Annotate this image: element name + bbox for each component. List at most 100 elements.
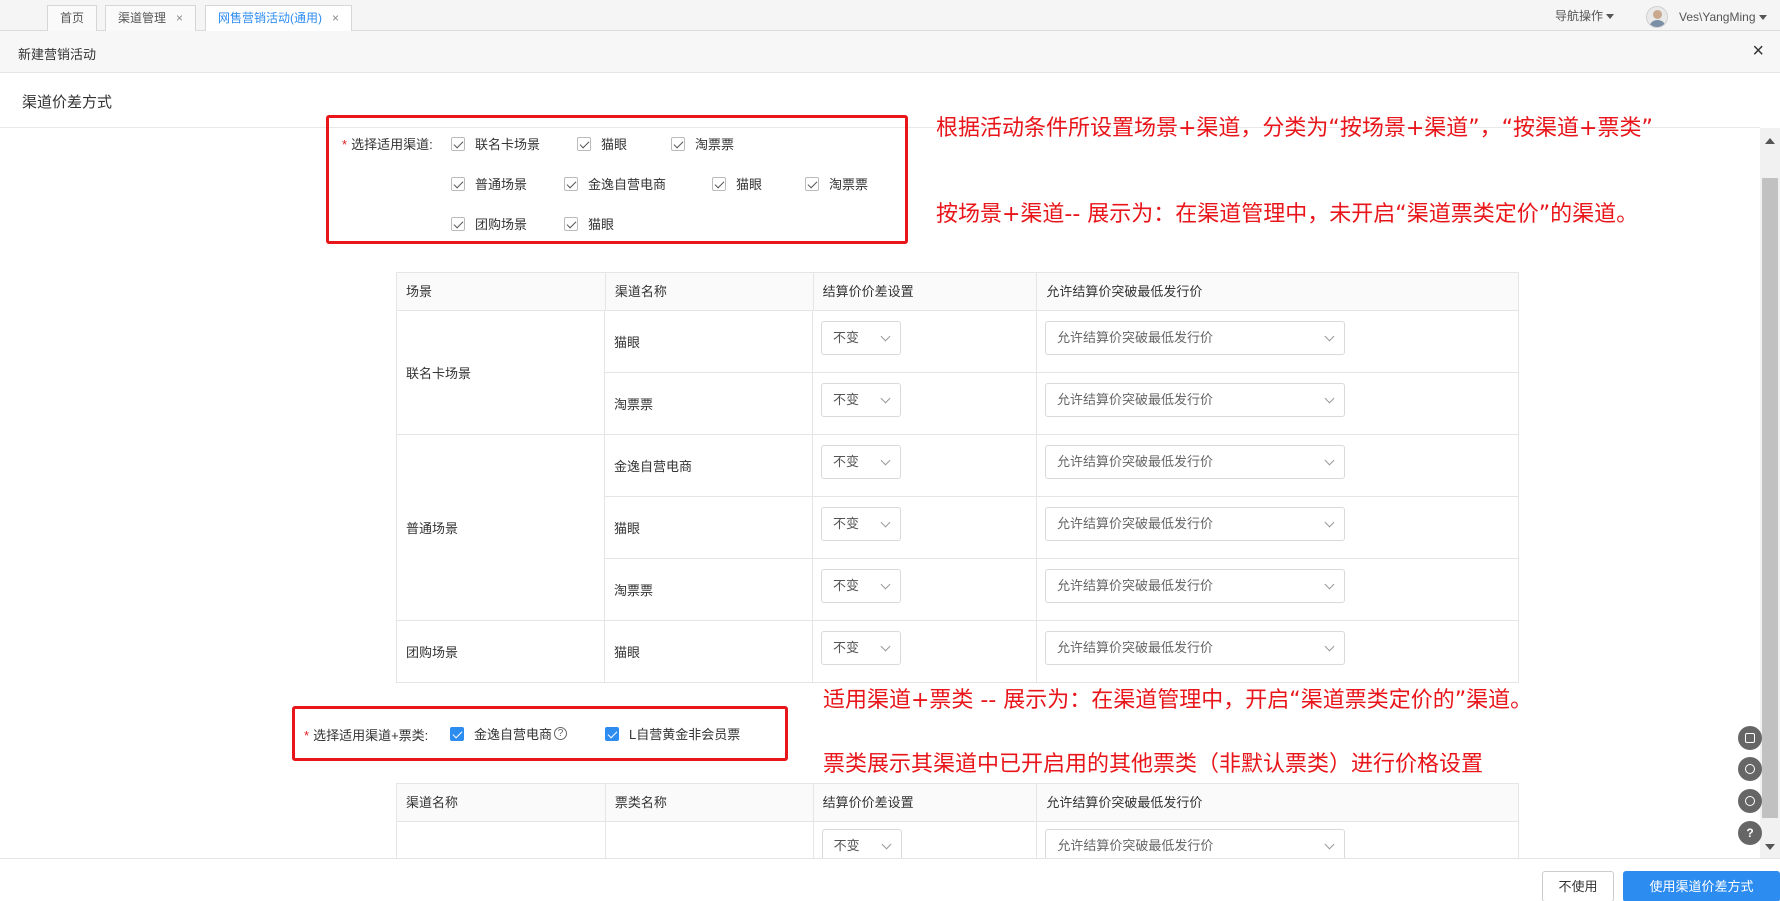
- confirm-button[interactable]: 使用渠道价差方式: [1623, 871, 1780, 901]
- chevron-down-icon: [1324, 579, 1335, 590]
- highlight-box-channels: [326, 115, 908, 244]
- channel-cell: 淘票票: [605, 559, 813, 621]
- column-header: 允许结算价突破最低发行价: [1037, 784, 1519, 822]
- table-header-row: 渠道名称 票类名称 结算价价差设置 允许结算价突破最低发行价: [397, 784, 1519, 822]
- chevron-down-icon: [1324, 331, 1335, 342]
- channel-cell: 猫眼: [605, 497, 813, 559]
- close-icon[interactable]: ×: [1752, 41, 1764, 61]
- scene-cell: 团购场景: [397, 621, 605, 683]
- table-row: 淘票票 不变 允许结算价突破最低发行价: [605, 373, 1519, 435]
- select-value: 不变: [833, 838, 860, 853]
- select-placeholder: 允许结算价突破最低发行价: [1057, 578, 1214, 593]
- scrollbar[interactable]: [1760, 128, 1780, 858]
- select-placeholder: 允许结算价突破最低发行价: [1057, 454, 1214, 469]
- select-value: 不变: [833, 454, 860, 469]
- annotation-ticket-display: 票类展示其渠道中已开启用的其他票类（非默认票类）进行价格设置: [823, 752, 1484, 777]
- allow-breakthrough-select[interactable]: 允许结算价突破最低发行价: [1045, 569, 1345, 603]
- user-name: Ves\YangMing: [1679, 10, 1756, 24]
- select-value: 不变: [833, 640, 860, 655]
- select-value: 不变: [833, 578, 860, 593]
- allow-breakthrough-select[interactable]: 允许结算价突破最低发行价: [1045, 631, 1345, 665]
- chevron-down-icon: [880, 455, 891, 466]
- chevron-down-icon: [1324, 641, 1335, 652]
- price-diff-select[interactable]: 不变: [821, 631, 901, 665]
- chevron-down-icon: [1758, 14, 1767, 20]
- column-header: 结算价价差设置: [813, 273, 1038, 311]
- scroll-thumb[interactable]: [1762, 178, 1778, 818]
- layout-icon[interactable]: [1738, 726, 1762, 750]
- tab-online-marketing[interactable]: 网售营销活动(通用) ×: [205, 5, 353, 32]
- modal-header: 新建营销活动 ×: [0, 31, 1780, 73]
- section-title: 渠道价差方式: [22, 94, 113, 111]
- help-icon[interactable]: ?: [1738, 821, 1762, 845]
- scene-group: 联名卡场景 猫眼 不变 允许结算价突破最低发行价 淘票票 不变 允许结算价突破最…: [397, 311, 1519, 435]
- select-placeholder: 允许结算价突破最低发行价: [1057, 330, 1214, 345]
- column-header: 允许结算价突破最低发行价: [1037, 273, 1519, 311]
- chevron-down-icon: [880, 331, 891, 342]
- chevron-down-icon: [1324, 839, 1335, 850]
- column-header: 渠道名称: [397, 784, 606, 822]
- allow-breakthrough-select[interactable]: 允许结算价突破最低发行价: [1045, 445, 1345, 479]
- price-diff-select[interactable]: 不变: [821, 321, 901, 355]
- annotation-scene-channel: 按场景+渠道-- 展示为：在渠道管理中，未开启“渠道票类定价”的渠道。: [936, 202, 1639, 227]
- close-icon[interactable]: ×: [176, 11, 183, 25]
- scene-group: 普通场景 金逸自营电商 不变 允许结算价突破最低发行价 猫眼 不变 允许结算价突…: [397, 435, 1519, 621]
- select-placeholder: 允许结算价突破最低发行价: [1057, 392, 1214, 407]
- table-row: 猫眼 不变 允许结算价突破最低发行价: [605, 621, 1519, 683]
- chevron-down-icon: [880, 579, 891, 590]
- channel-cell: 猫眼: [605, 311, 813, 373]
- select-value: 不变: [833, 330, 860, 345]
- channel-cell: 淘票票: [605, 373, 813, 435]
- column-header: 场景: [397, 273, 606, 311]
- select-placeholder: 允许结算价突破最低发行价: [1057, 516, 1214, 531]
- highlight-box-tickets: [292, 706, 788, 761]
- cloud-upload-icon[interactable]: [1738, 789, 1762, 813]
- select-placeholder: 允许结算价突破最低发行价: [1057, 838, 1214, 853]
- annotation-channel-ticket: 适用渠道+票类 -- 展示为：在渠道管理中，开启“渠道票类定价的”渠道。: [823, 688, 1533, 713]
- avatar: [1646, 6, 1668, 28]
- select-value: 不变: [833, 392, 860, 407]
- price-diff-select[interactable]: 不变: [821, 383, 901, 417]
- select-value: 不变: [833, 516, 860, 531]
- select-placeholder: 允许结算价突破最低发行价: [1057, 640, 1214, 655]
- table-row: 猫眼 不变 允许结算价突破最低发行价: [605, 497, 1519, 559]
- annotation-classification: 根据活动条件所设置场景+渠道，分类为“按场景+渠道”，“按渠道+票类”: [936, 116, 1653, 141]
- refresh-icon[interactable]: [1738, 757, 1762, 781]
- tab-label: 渠道管理: [118, 11, 167, 25]
- column-header: 结算价价差设置: [813, 784, 1038, 822]
- cancel-button[interactable]: 不使用: [1542, 871, 1614, 901]
- tab-label: 首页: [60, 11, 85, 25]
- scene-channel-table: 场景 渠道名称 结算价价差设置 允许结算价突破最低发行价 联名卡场景 猫眼 不变…: [396, 272, 1519, 683]
- table-row: 猫眼 不变 允许结算价突破最低发行价: [605, 311, 1519, 373]
- close-icon[interactable]: ×: [332, 11, 339, 25]
- channel-cell: 猫眼: [605, 621, 813, 683]
- chevron-down-icon: [1324, 517, 1335, 528]
- modal-title: 新建营销活动: [18, 47, 97, 62]
- tab-channel-management[interactable]: 渠道管理 ×: [105, 5, 197, 31]
- chevron-down-icon: [880, 641, 891, 652]
- nav-label: 导航操作: [1555, 9, 1604, 23]
- chevron-down-icon: [880, 393, 891, 404]
- table-row: 金逸自营电商 不变 允许结算价突破最低发行价: [605, 435, 1519, 497]
- tab-home[interactable]: 首页: [47, 5, 98, 31]
- scroll-down-icon[interactable]: [1765, 844, 1775, 850]
- channel-cell: 金逸自营电商: [605, 435, 813, 497]
- scroll-up-icon[interactable]: [1765, 138, 1775, 144]
- allow-breakthrough-select[interactable]: 允许结算价突破最低发行价: [1045, 383, 1345, 417]
- allow-breakthrough-select[interactable]: 允许结算价突破最低发行价: [1045, 507, 1345, 541]
- allow-breakthrough-select[interactable]: 允许结算价突破最低发行价: [1045, 321, 1345, 355]
- column-header: 票类名称: [605, 784, 814, 822]
- price-diff-select[interactable]: 不变: [821, 445, 901, 479]
- modal-footer: 不使用 使用渠道价差方式: [0, 858, 1780, 901]
- price-diff-select[interactable]: 不变: [821, 507, 901, 541]
- chevron-down-icon: [881, 839, 892, 850]
- column-header: 渠道名称: [605, 273, 814, 311]
- price-diff-select[interactable]: 不变: [821, 569, 901, 603]
- nav-operations-dropdown[interactable]: 导航操作: [1555, 7, 1615, 24]
- tab-label: 网售营销活动(通用): [218, 11, 322, 25]
- user-menu[interactable]: Ves\YangMing: [1646, 6, 1767, 28]
- table-row: 淘票票 不变 允许结算价突破最低发行价: [605, 559, 1519, 621]
- scene-cell: 普通场景: [397, 435, 605, 621]
- table-header-row: 场景 渠道名称 结算价价差设置 允许结算价突破最低发行价: [397, 273, 1519, 311]
- scene-group: 团购场景 猫眼 不变 允许结算价突破最低发行价: [397, 621, 1519, 683]
